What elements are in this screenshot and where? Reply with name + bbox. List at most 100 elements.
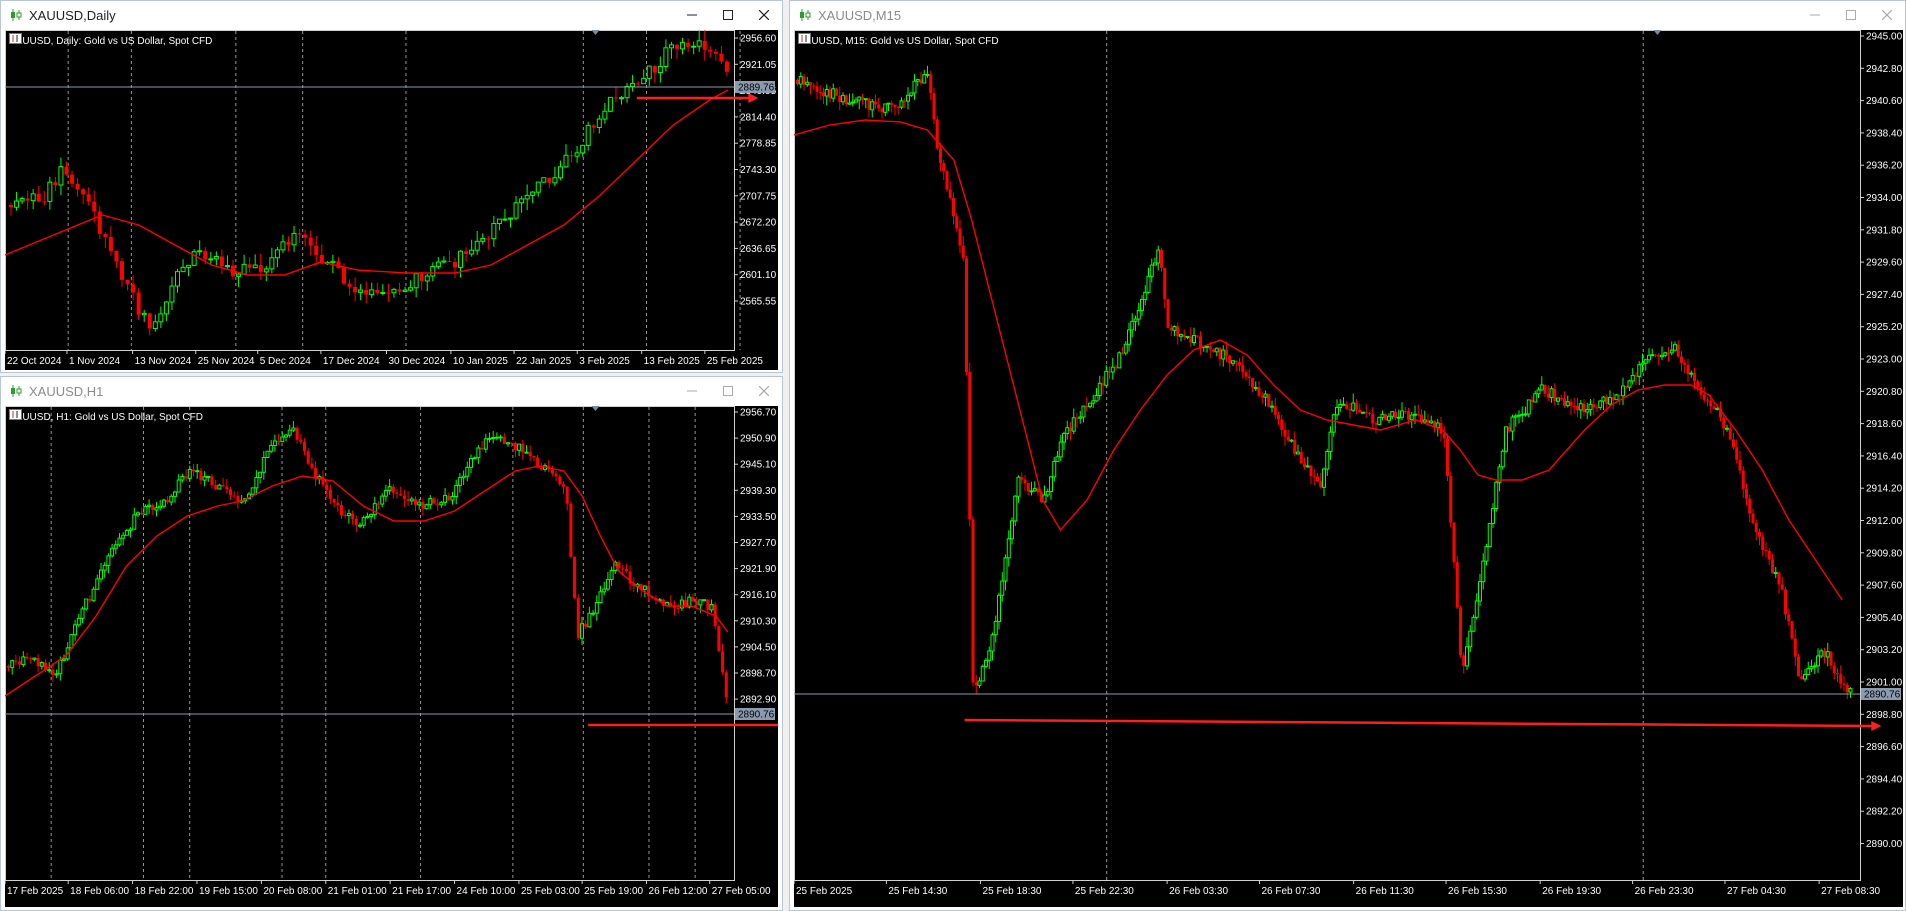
bear-candle <box>1303 463 1306 467</box>
close-button[interactable] <box>746 377 782 405</box>
time-tick-label: 30 Dec 2024 <box>389 356 446 367</box>
window-titlebar[interactable]: XAUUSD,H1 <box>1 377 782 405</box>
bear-candle <box>717 626 721 652</box>
bull-candle <box>1809 666 1814 670</box>
bull-candle <box>1647 354 1651 361</box>
maximize-button[interactable] <box>710 377 746 405</box>
bear-candle <box>1559 397 1563 399</box>
bear-candle <box>724 61 729 72</box>
bear-candle <box>702 40 707 50</box>
minimize-button[interactable] <box>1797 1 1833 29</box>
bull-candle <box>195 470 200 473</box>
bull-candle <box>702 599 707 602</box>
minimize-button[interactable] <box>674 377 710 405</box>
close-button[interactable] <box>1869 1 1905 29</box>
price-chart[interactable]: 2956.602921.052849.952814.402778.852743.… <box>5 30 778 370</box>
bull-candle <box>1110 366 1115 373</box>
plot-frame <box>5 30 735 351</box>
bear-candle <box>510 442 514 444</box>
bear-candle <box>835 88 838 96</box>
chart-window-daily[interactable]: XAUUSD,Daily 2956.602921.052849.952814.4… <box>0 0 783 373</box>
bull-candle <box>1045 491 1050 496</box>
bear-candle <box>844 95 848 105</box>
bear-candle <box>140 512 144 515</box>
bear-candle <box>1195 335 1199 337</box>
price-tick-label: 2901.00 <box>1866 678 1903 689</box>
price-chart[interactable]: 2956.70 2950.90 2945.10 2939.30 2933.50 2927.… <box>5 406 778 907</box>
bear-candle <box>1761 536 1765 551</box>
bull-candle <box>1016 476 1021 497</box>
maximize-button[interactable] <box>1833 1 1869 29</box>
bull-candle <box>1816 655 1820 667</box>
price-tick-label: 2923.00 <box>1866 355 1903 366</box>
bear-candle <box>550 469 554 474</box>
bull-candle <box>106 555 111 566</box>
bull-candle <box>591 612 596 615</box>
bull-candle <box>831 88 836 99</box>
price-tick-label: 2918.60 <box>1866 419 1903 430</box>
bear-candle <box>1543 384 1547 394</box>
bull-candle <box>1013 495 1018 522</box>
bull-candle <box>58 166 64 186</box>
bear-candle <box>652 66 657 73</box>
bear-candle <box>42 201 47 203</box>
time-tick-label: 25 Feb 03:00 <box>521 886 580 897</box>
bull-candle <box>380 495 385 505</box>
close-button[interactable] <box>746 1 782 29</box>
bull-candle <box>458 250 464 268</box>
bull-candle <box>1361 411 1365 414</box>
bear-candle <box>1023 479 1027 484</box>
bear-candle <box>402 495 406 499</box>
price-tick-label: 2896.60 <box>1866 742 1903 753</box>
bull-candle <box>922 74 927 84</box>
bear-candle <box>1507 426 1511 432</box>
bear-candle <box>1797 656 1800 677</box>
bear-candle <box>818 91 822 93</box>
bear-candle <box>306 451 310 464</box>
bull-candle <box>574 152 580 157</box>
bull-candle <box>1660 354 1664 358</box>
window-titlebar[interactable]: XAUUSD,M15 <box>790 1 1905 29</box>
time-tick-label: 26 Feb 23:30 <box>1635 886 1694 897</box>
chart-window-h1[interactable]: XAUUSD,H1 2956.70 2950.90 2945.10 2939.30 29… <box>0 376 783 911</box>
trade-icon[interactable] <box>798 33 811 44</box>
bear-candle <box>1348 408 1352 411</box>
bear-candle <box>695 601 699 605</box>
bull-candle <box>642 585 647 590</box>
price-tick-label: 2956.60 <box>740 34 777 45</box>
bull-candle <box>1221 349 1226 360</box>
maximize-button[interactable] <box>710 1 746 29</box>
bull-candle <box>1578 403 1583 411</box>
bear-candle <box>419 273 424 281</box>
bear-candle <box>1293 440 1297 454</box>
trade-icon[interactable] <box>9 409 22 420</box>
bear-candle <box>108 236 113 251</box>
price-chart[interactable]: 2945.00 2942.80 2940.60 2938.40 2936.20 2934.… <box>794 30 1903 907</box>
bear-candle <box>1618 394 1622 396</box>
bear-candle <box>1121 352 1124 354</box>
bull-candle <box>619 97 624 100</box>
bull-candle <box>1231 360 1235 364</box>
bear-candle <box>721 651 725 673</box>
bull-candle <box>1335 407 1339 416</box>
minimize-button[interactable] <box>674 1 710 29</box>
bear-candle <box>1605 397 1609 405</box>
bear-candle <box>1595 407 1599 409</box>
bear-candle <box>18 661 22 665</box>
trade-icon[interactable] <box>9 33 22 44</box>
bear-candle <box>25 198 30 201</box>
time-tick-label: 25 Feb 2025 <box>707 356 764 367</box>
bull-candle <box>1715 407 1720 410</box>
bear-candle <box>1212 349 1215 352</box>
bull-candle <box>498 436 503 439</box>
price-tick-label: 2921.05 <box>740 60 777 71</box>
bear-candle <box>565 486 569 504</box>
bear-candle <box>1374 423 1378 425</box>
bull-candle <box>252 264 258 269</box>
time-tick-label: 24 Feb 10:00 <box>457 886 516 897</box>
bull-candle <box>213 256 219 260</box>
bear-candle <box>1582 403 1586 412</box>
window-titlebar[interactable]: XAUUSD,Daily <box>1 1 782 29</box>
bull-candle <box>439 501 444 506</box>
chart-window-m15[interactable]: XAUUSD,M15 2945.00 2942.80 2940.60 2938.40 2… <box>789 0 1906 911</box>
